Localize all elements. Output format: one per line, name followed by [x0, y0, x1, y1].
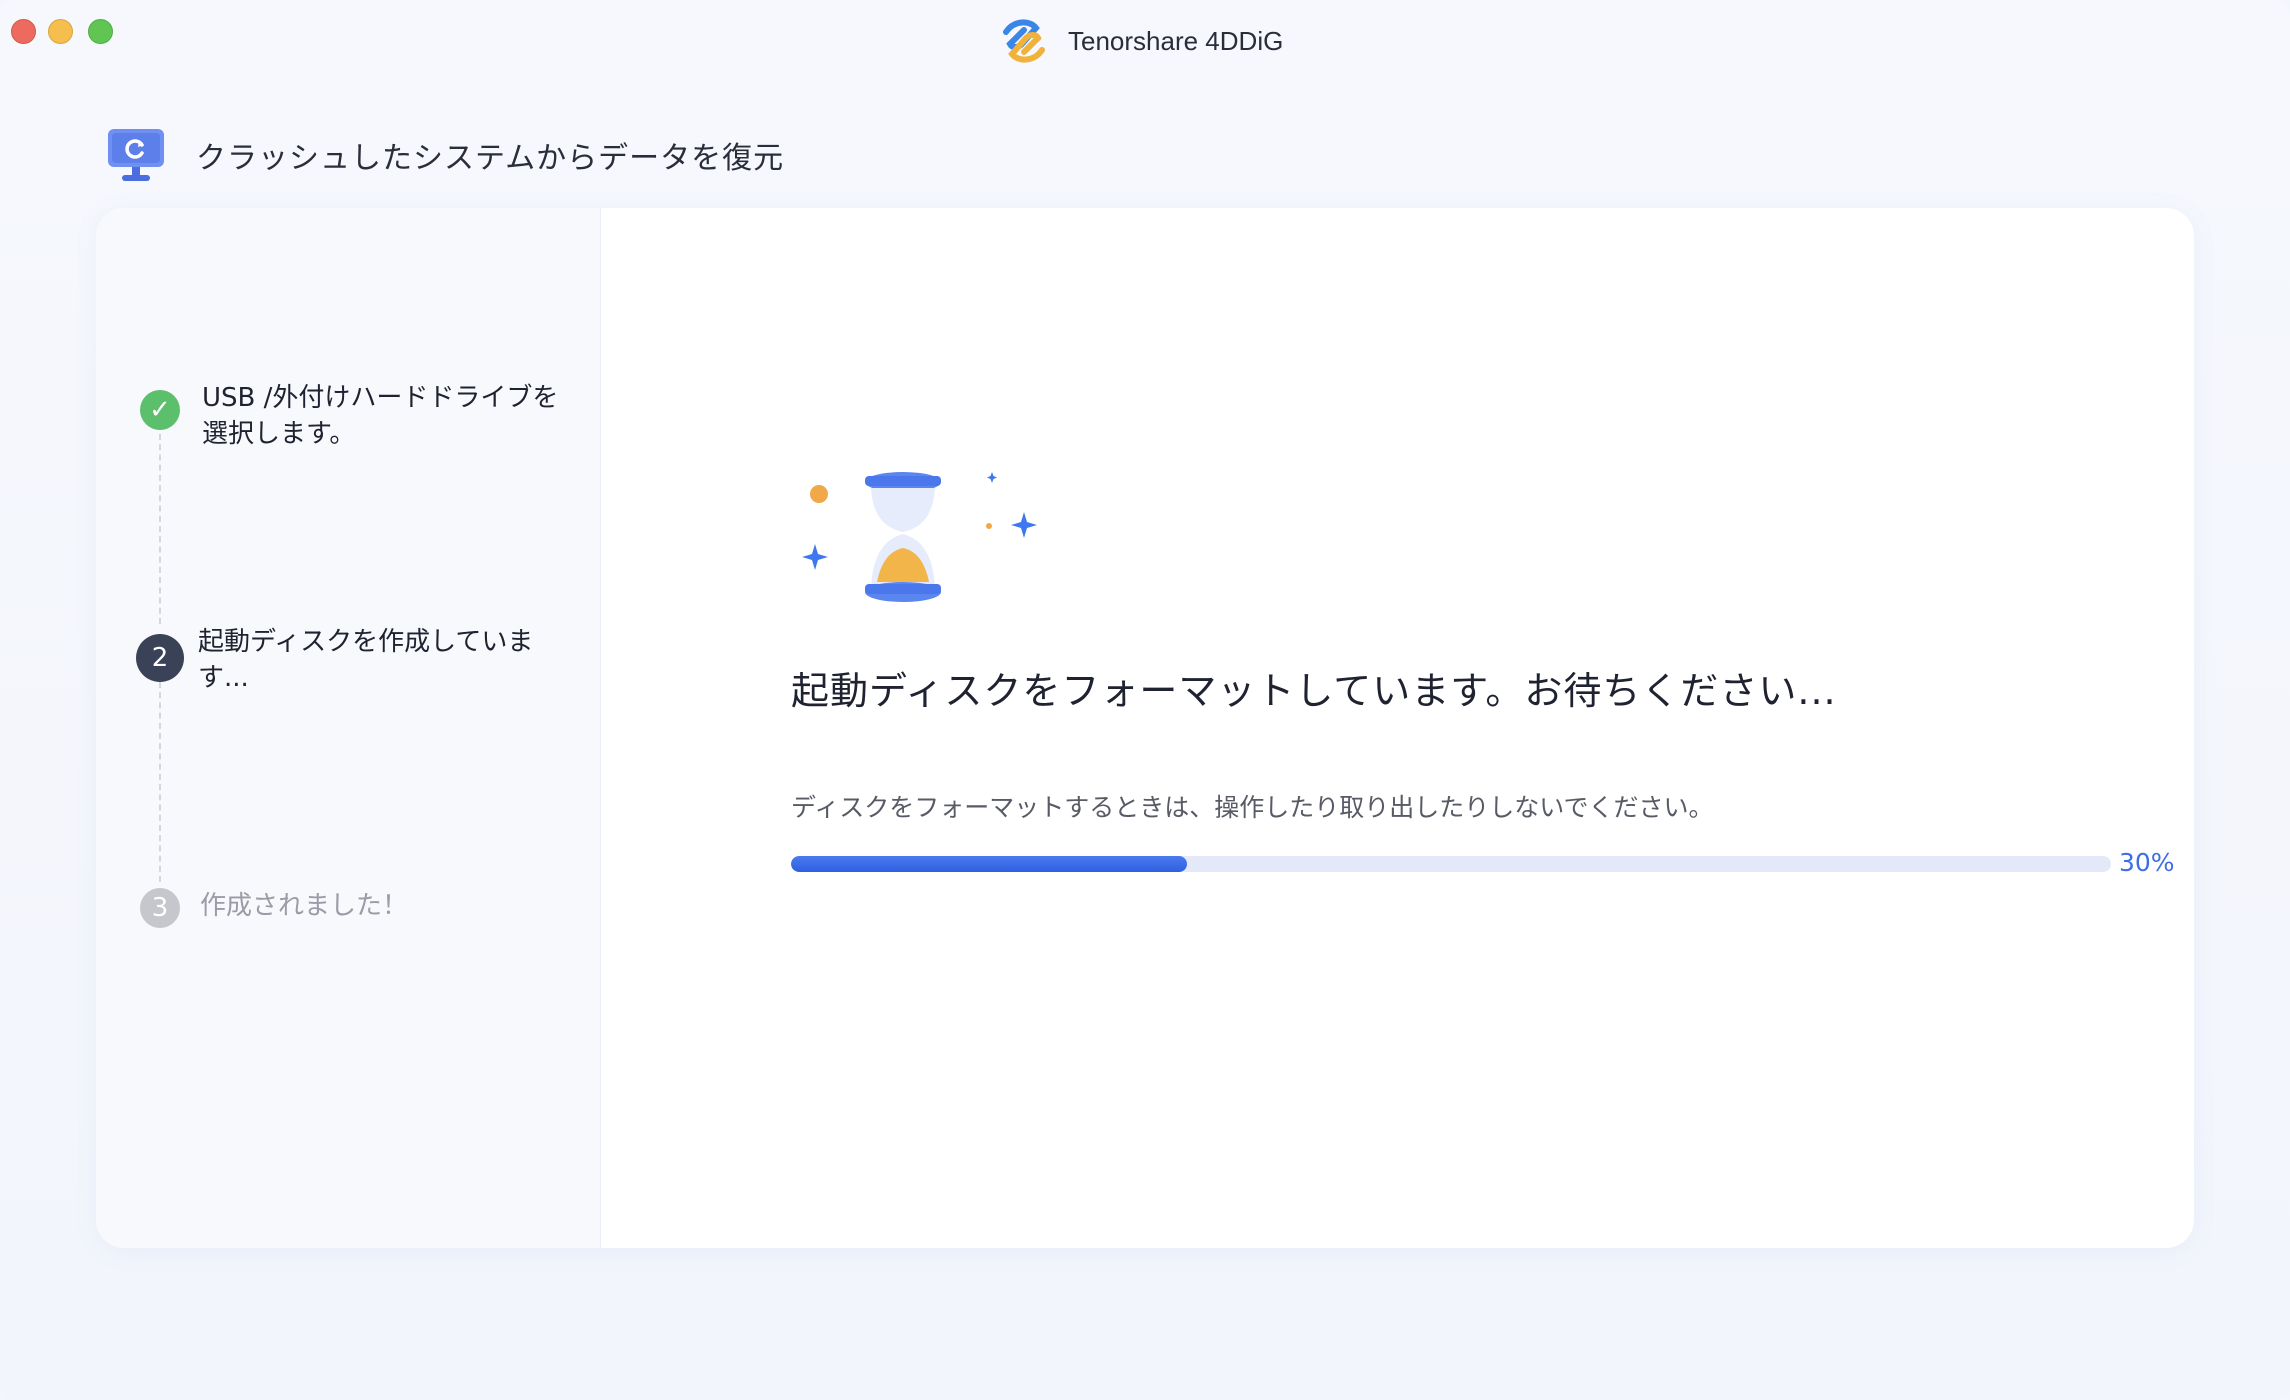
step-number-badge: 2 [136, 634, 184, 682]
step-label: 起動ディスクを作成しています... [198, 627, 534, 693]
title-bar: Tenorshare 4DDiG [0, 0, 2290, 80]
step-select-drive: ✓ USB /外付けハードドライブを選択します。 [140, 380, 562, 452]
page-title: クラッシュしたシステムからデータを復元 [196, 141, 785, 176]
status-hint: ディスクをフォーマットするときは、操作したり取り出したりしないでください。 [791, 793, 1714, 822]
steps-sidebar: ✓ USB /外付けハードドライブを選択します。 2 起動ディスクを作成していま… [96, 208, 601, 1248]
step-label: USB /外付けハードドライブを選択します。 [202, 383, 559, 449]
close-window-button[interactable] [11, 19, 36, 44]
checkmark-icon: ✓ [140, 390, 180, 430]
app-window: Tenorshare 4DDiG クラッシュしたシステムからデータを復元 ✓ U… [0, 0, 2290, 1400]
minimize-window-button[interactable] [48, 19, 73, 44]
progress-fill [791, 856, 1187, 872]
progress-panel: 起動ディスクをフォーマットしています。お待ちください... ディスクをフォーマッ… [601, 208, 2194, 1248]
monitor-restore-icon [108, 129, 164, 181]
step-create-disk: 2 起動ディスクを作成しています... [136, 624, 558, 696]
tenorshare-logo-icon [1003, 19, 1045, 63]
progress-percent: 30% [2119, 848, 2175, 877]
app-title: Tenorshare 4DDiG [996, 18, 1283, 64]
step-connector [159, 682, 161, 882]
status-title: 起動ディスクをフォーマットしています。お待ちください... [791, 669, 1837, 713]
step-number-badge: 3 [140, 888, 180, 928]
page-header: クラッシュしたシステムからデータを復元 [106, 124, 784, 186]
step-created: 3 作成されました！ [140, 886, 560, 928]
step-connector [159, 434, 161, 624]
main-card: ✓ USB /外付けハードドライブを選択します。 2 起動ディスクを作成していま… [96, 208, 2194, 1248]
step-label: 作成されました！ [200, 891, 409, 921]
app-name: Tenorshare 4DDiG [1068, 25, 1284, 56]
zoom-window-button[interactable] [88, 19, 113, 44]
hourglass-icon [802, 472, 1037, 602]
progress-bar [791, 856, 2111, 872]
